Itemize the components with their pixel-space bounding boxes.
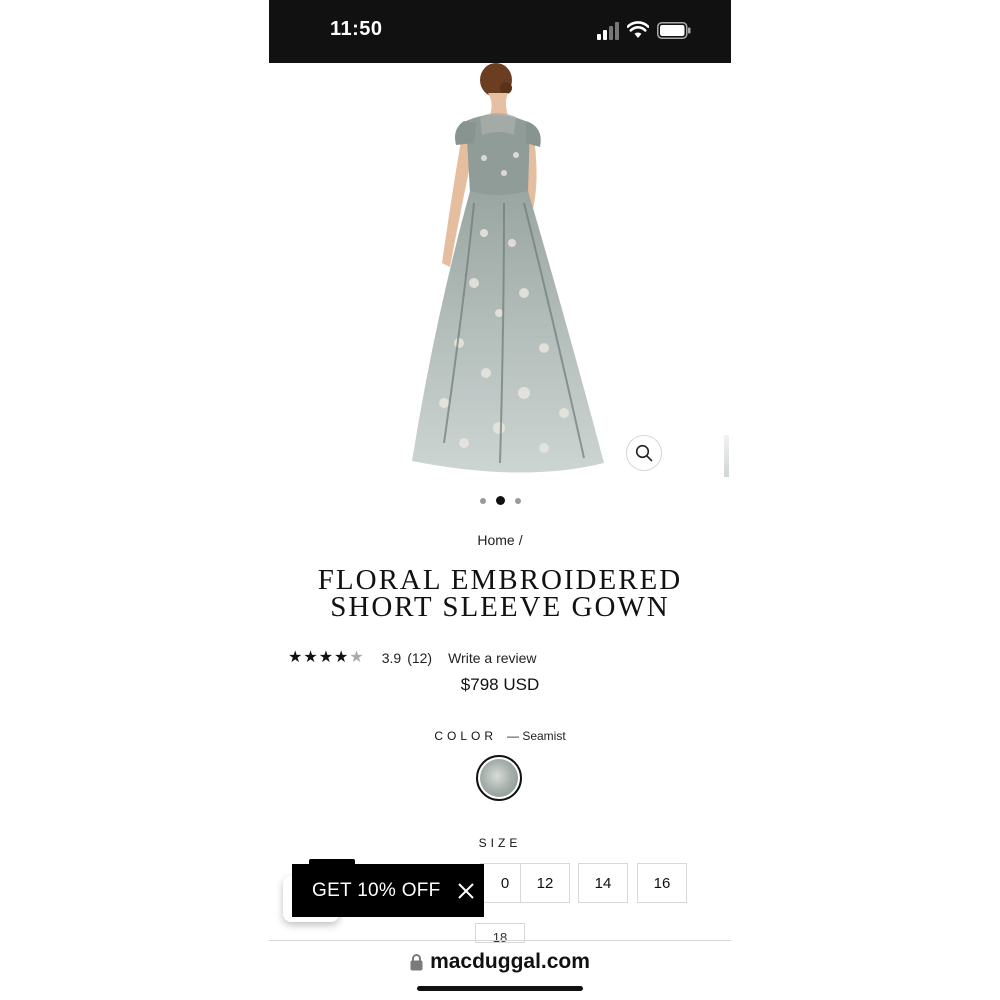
- home-indicator[interactable]: [417, 986, 583, 991]
- star-icon: ★: [288, 649, 303, 666]
- size-option-12[interactable]: 12: [520, 863, 570, 903]
- size-option-16[interactable]: 16: [637, 863, 687, 903]
- magnifier-icon: [635, 444, 653, 462]
- star-icon: ★: [303, 649, 318, 666]
- breadcrumb: Home /: [269, 532, 731, 548]
- carousel-dot[interactable]: [479, 497, 486, 504]
- star-rating[interactable]: ★ ★ ★ ★ ★: [288, 650, 364, 666]
- size-label: SIZE: [478, 836, 522, 850]
- color-label: COLOR: [434, 729, 497, 743]
- cellular-signal-icon: [597, 22, 619, 40]
- size-option-14[interactable]: 14: [578, 863, 628, 903]
- battery-icon: [657, 22, 691, 39]
- write-review-link[interactable]: Write a review: [448, 650, 536, 666]
- lock-icon: [410, 954, 423, 971]
- promo-label[interactable]: GET 10% OFF: [312, 880, 441, 902]
- swatch-image: [480, 759, 518, 797]
- product-image-gallery[interactable]: [269, 63, 731, 483]
- phone-screen: 11:50 Home / FLORAL EMBROIDERED SHORT SL…: [269, 0, 731, 1000]
- status-bar: 11:50: [269, 0, 731, 63]
- product-image: [412, 63, 604, 473]
- rating-row: ★ ★ ★ ★ ★ 3.9 (12) Write a review: [288, 650, 537, 667]
- discount-promo-banner[interactable]: GET 10% OFF: [292, 864, 484, 917]
- product-title: FLORAL EMBROIDERED SHORT SLEEVE GOWN: [317, 564, 683, 623]
- rating-value: 3.9: [381, 650, 402, 666]
- address-bar[interactable]: macduggal.com: [269, 950, 731, 974]
- star-partial-icon: ★: [349, 649, 364, 666]
- carousel-dot[interactable]: [514, 497, 521, 504]
- carousel-dots: [269, 496, 731, 505]
- color-selector-header: COLOR — Seamist: [269, 729, 731, 743]
- carousel-dot-active[interactable]: [495, 496, 505, 505]
- breadcrumb-separator: /: [518, 532, 523, 548]
- wifi-icon: [627, 21, 649, 38]
- product-price: $798 USD: [460, 675, 540, 694]
- browser-divider: [269, 940, 731, 941]
- color-swatch-seamist[interactable]: [476, 755, 522, 801]
- color-value: — Seamist: [507, 729, 566, 743]
- status-time: 11:50: [330, 18, 383, 40]
- next-image-preview[interactable]: [724, 435, 729, 477]
- star-icon: ★: [334, 649, 349, 666]
- breadcrumb-home-link[interactable]: Home: [477, 532, 514, 548]
- star-icon: ★: [318, 649, 334, 666]
- rating-count[interactable]: (12): [407, 650, 432, 666]
- zoom-button[interactable]: [626, 435, 662, 471]
- url-text[interactable]: macduggal.com: [430, 950, 590, 974]
- close-icon[interactable]: [457, 882, 475, 900]
